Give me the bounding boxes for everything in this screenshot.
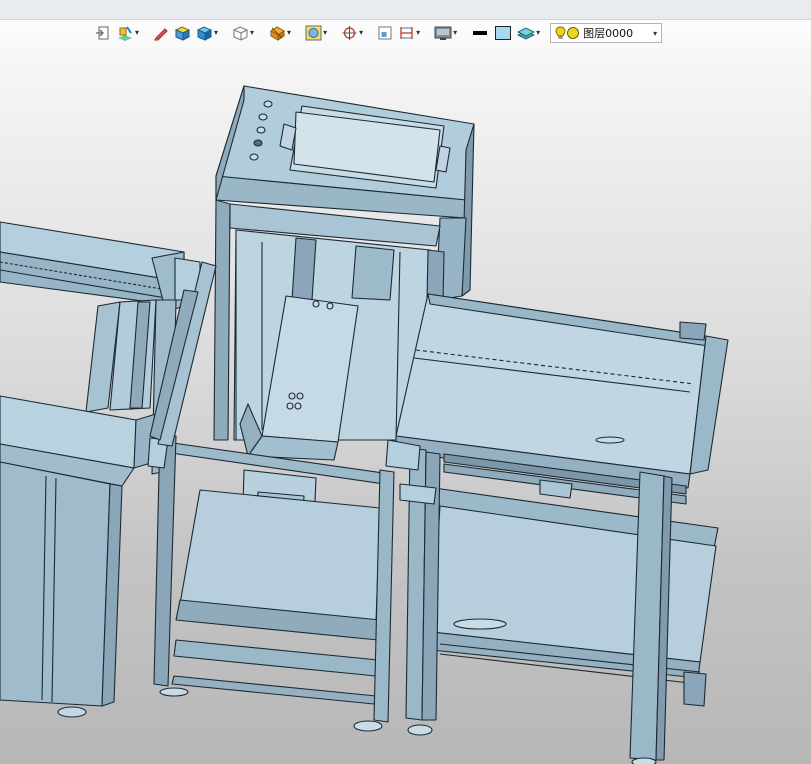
window-select-icon: [378, 26, 392, 40]
layers-dropdown-icon[interactable]: ▾: [536, 23, 540, 43]
zoom-fit-icon: [305, 25, 322, 41]
layer-selector[interactable]: 图层0000 ▾: [550, 23, 663, 43]
section-view-icon: [270, 26, 285, 41]
edge-pen-button[interactable]: [152, 23, 170, 43]
layer-name-label: 图层0000: [583, 27, 634, 40]
window-select-button[interactable]: [376, 23, 394, 43]
layer-dropdown-icon[interactable]: ▾: [653, 29, 657, 38]
render-style-button[interactable]: ▾: [115, 23, 140, 43]
cad-model: [0, 85, 729, 764]
3d-viewport[interactable]: [0, 48, 811, 764]
left-lower-cabinet: [0, 395, 157, 718]
view-toolbar: ▾ ▾ ▾ ▾ ▾ ▾ ▾ ▾ ▾ 图层0000 ▾: [94, 22, 663, 44]
fill-color-button[interactable]: [493, 23, 513, 43]
tower-top-panel: [215, 85, 475, 219]
wireframe-cube-button[interactable]: ▾: [231, 23, 255, 43]
wireframe-cube-icon: [232, 26, 249, 41]
display-icon: [434, 26, 452, 40]
dimension-button[interactable]: ▾: [397, 23, 421, 43]
bottom-tray-frame: [147, 429, 391, 705]
blue-cube-dropdown-icon[interactable]: ▾: [214, 23, 218, 43]
light-bulb-icon[interactable]: [555, 26, 566, 40]
exit-view-button[interactable]: [94, 23, 112, 43]
line-weight-button[interactable]: [470, 23, 490, 43]
dimension-dropdown-icon[interactable]: ▾: [416, 23, 420, 43]
blue-cube-button[interactable]: ▾: [195, 23, 219, 43]
section-view-dropdown-icon[interactable]: ▾: [287, 23, 291, 43]
display-button[interactable]: ▾: [433, 23, 458, 43]
fill-color-icon: [495, 26, 512, 40]
blue-cube-icon: [196, 26, 213, 41]
target-snap-button[interactable]: ▾: [340, 23, 364, 43]
layers-icon: [517, 27, 536, 40]
zoom-fit-dropdown-icon[interactable]: ▾: [323, 23, 327, 43]
dimension-icon: [400, 27, 413, 39]
shaded-cube-icon: [174, 26, 191, 41]
render-style-dropdown-icon[interactable]: ▾: [135, 23, 139, 43]
edge-pen-icon: [154, 28, 168, 41]
layer-color-dot-icon[interactable]: [566, 26, 580, 40]
wireframe-cube-dropdown-icon[interactable]: ▾: [250, 23, 254, 43]
left-upper-conveyor: [0, 221, 201, 313]
display-dropdown-icon[interactable]: ▾: [453, 23, 457, 43]
shaded-cube-button[interactable]: [173, 23, 192, 43]
target-snap-dropdown-icon[interactable]: ▾: [359, 23, 363, 43]
section-view-button[interactable]: ▾: [267, 23, 292, 43]
exit-view-icon: [96, 26, 109, 40]
line-weight-icon: [473, 31, 488, 35]
target-snap-icon: [342, 26, 357, 40]
zoom-fit-button[interactable]: ▾: [304, 23, 328, 43]
layers-button[interactable]: ▾: [516, 23, 541, 43]
title-strip: [0, 0, 811, 20]
render-style-icon: [118, 26, 132, 41]
